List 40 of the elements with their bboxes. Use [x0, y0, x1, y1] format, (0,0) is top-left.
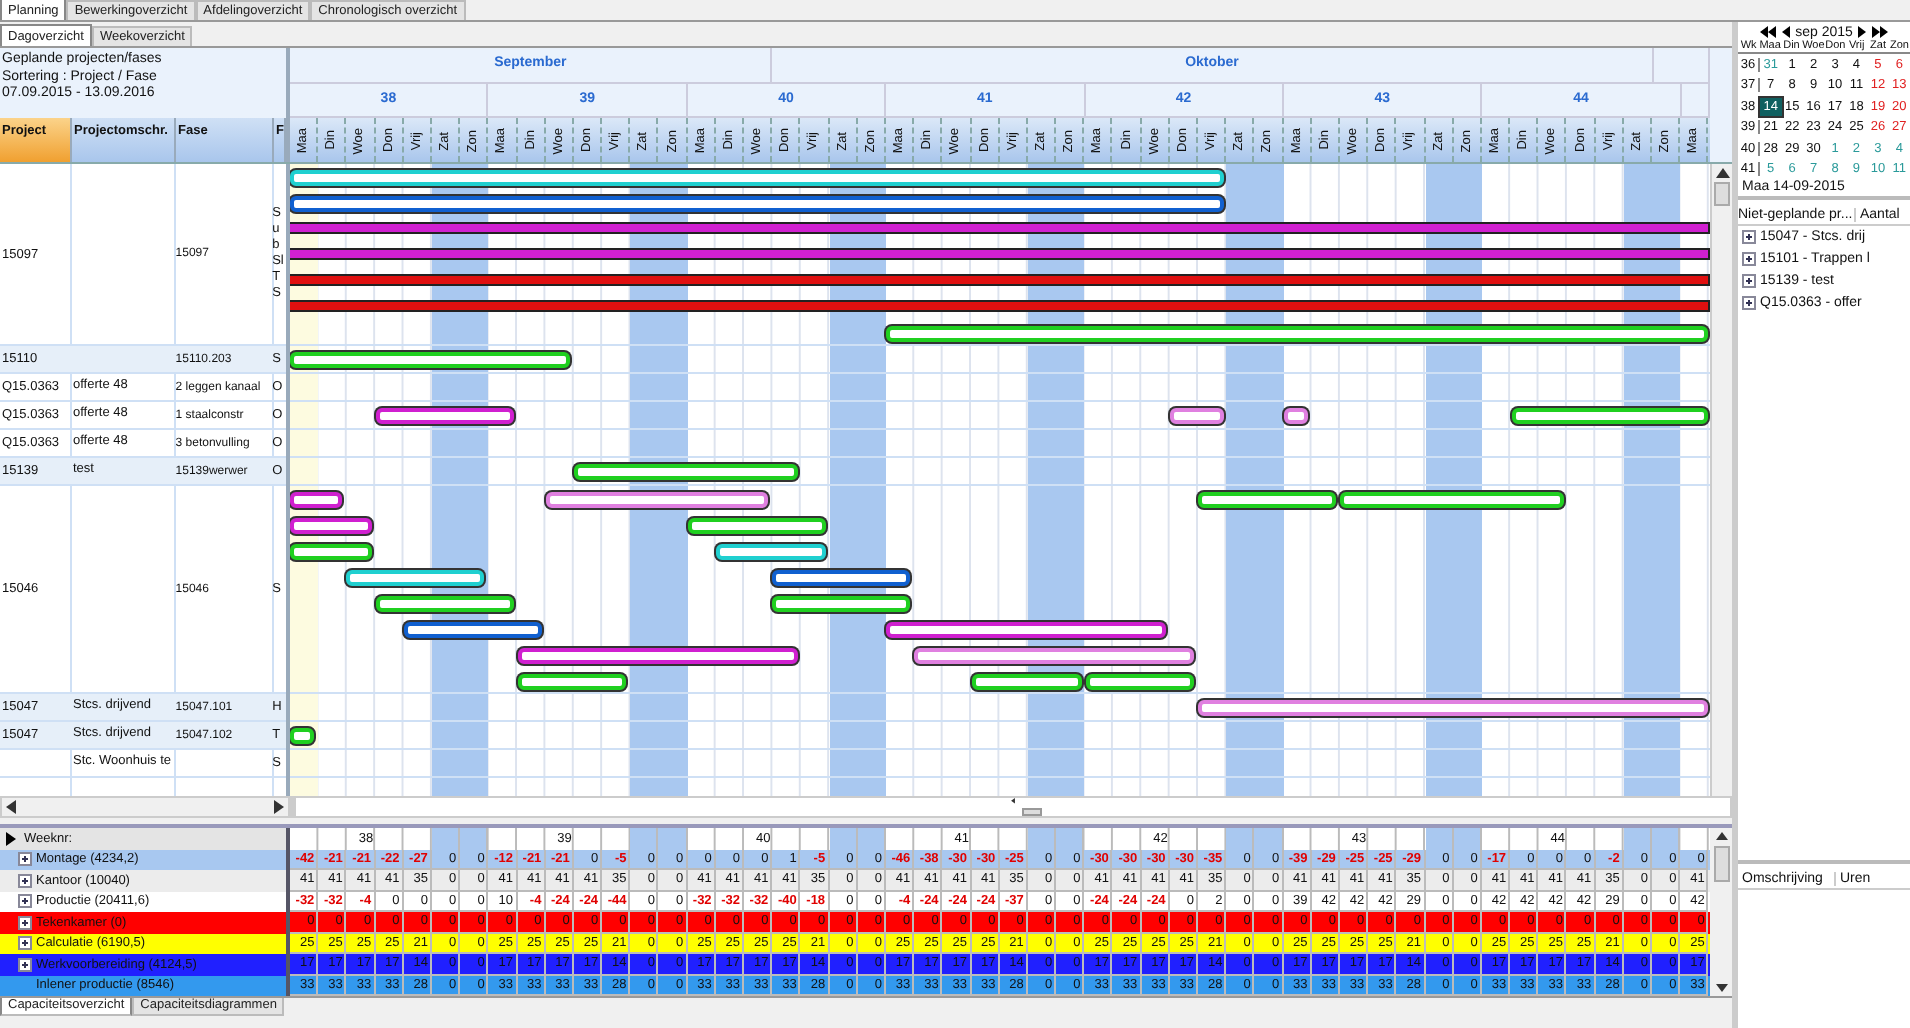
gantt-bar[interactable]: [772, 570, 911, 586]
expand-icon[interactable]: [1742, 252, 1756, 266]
gantt-bar[interactable]: [290, 728, 315, 744]
gantt-bar[interactable]: [517, 674, 627, 690]
expand-icon[interactable]: [1742, 296, 1756, 310]
double-right-arrow-icon[interactable]: [1872, 26, 1889, 38]
vertical-scrollbar[interactable]: [1710, 164, 1732, 796]
gantt-bar[interactable]: [971, 674, 1082, 690]
expand-icon[interactable]: [18, 936, 32, 951]
expand-icon[interactable]: [18, 957, 32, 972]
gantt-bar[interactable]: [375, 408, 514, 424]
scroll-thumb[interactable]: [1714, 182, 1730, 206]
horizontal-scrollbar[interactable]: [290, 796, 1732, 818]
vertical-scrollbar[interactable]: [1710, 828, 1732, 996]
scroll-down-icon[interactable]: [1715, 984, 1727, 992]
expand-icon[interactable]: [1742, 230, 1756, 244]
gantt-bar[interactable]: [1170, 408, 1224, 424]
gantt-bar[interactable]: [403, 622, 542, 638]
scroll-right-icon[interactable]: [274, 800, 284, 814]
scroll-left-icon[interactable]: [6, 800, 16, 814]
scroll-up-icon[interactable]: [1715, 832, 1727, 840]
gantt-bar[interactable]: [290, 196, 1224, 212]
scroll-thumb[interactable]: [1713, 846, 1729, 882]
horizontal-scrollbar[interactable]: [0, 796, 290, 818]
gantt-bar[interactable]: [1085, 674, 1195, 690]
expand-icon[interactable]: [18, 915, 32, 930]
double-left-arrow-icon[interactable]: [1759, 26, 1776, 38]
right-arrow-icon[interactable]: [1858, 26, 1867, 38]
gantt-bar[interactable]: [1284, 408, 1309, 424]
gantt-bar[interactable]: [290, 518, 372, 534]
expand-icon[interactable]: [18, 873, 32, 888]
scroll-thumb[interactable]: [1021, 807, 1041, 816]
row-pointer-icon: [6, 831, 16, 846]
left-arrow-icon[interactable]: [1781, 26, 1790, 38]
expand-icon[interactable]: [18, 852, 32, 867]
expand-icon[interactable]: [18, 894, 32, 909]
gantt-bar[interactable]: [290, 544, 372, 560]
scroll-up-icon[interactable]: [1715, 168, 1729, 178]
expand-icon[interactable]: [1742, 274, 1756, 288]
gantt-bar[interactable]: [290, 492, 343, 508]
